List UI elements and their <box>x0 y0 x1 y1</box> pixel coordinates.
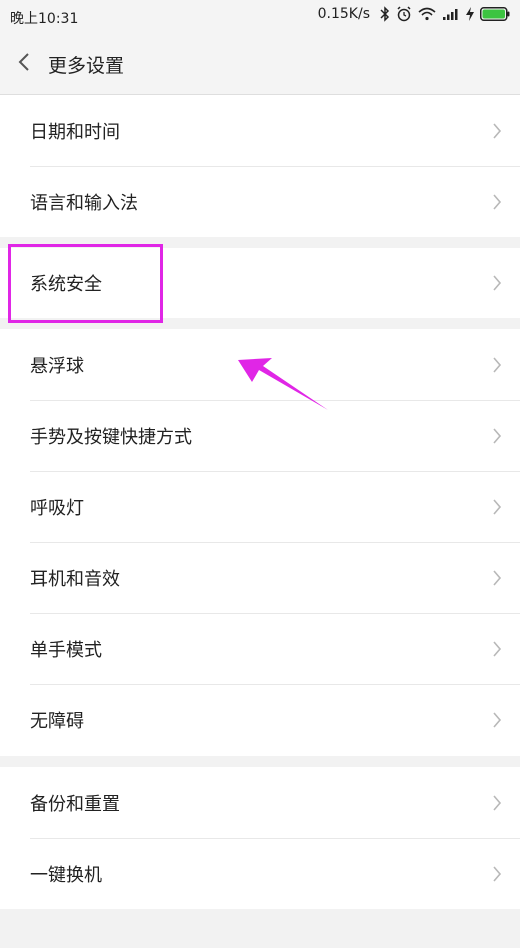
settings-item-floating-ball[interactable]: 悬浮球 <box>0 329 520 400</box>
chevron-right-icon <box>493 275 502 291</box>
settings-item-label: 手势及按键快捷方式 <box>30 426 192 448</box>
settings-item-accessibility[interactable]: 无障碍 <box>0 684 520 755</box>
status-time: 晚上10:31 <box>10 11 79 27</box>
settings-item-label: 悬浮球 <box>30 355 84 377</box>
chevron-right-icon <box>493 794 502 811</box>
settings-group: 悬浮球 手势及按键快捷方式 呼吸灯 耳机和音效 单手模式 无障碍 <box>0 329 520 756</box>
chevron-right-icon <box>493 193 502 210</box>
battery-icon <box>480 7 510 21</box>
status-icons: 0.15K/s <box>318 6 510 22</box>
chevron-right-icon <box>493 640 502 657</box>
settings-item-label: 一键换机 <box>30 864 102 886</box>
chevron-right-icon <box>493 356 502 373</box>
chevron-right-icon <box>493 498 502 515</box>
settings-item-label: 语言和输入法 <box>30 192 138 214</box>
page-title: 更多设置 <box>48 55 125 77</box>
settings-item-gestures-shortcuts[interactable]: 手势及按键快捷方式 <box>0 400 520 471</box>
settings-group: 日期和时间 语言和输入法 <box>0 95 520 237</box>
settings-item-language-input[interactable]: 语言和输入法 <box>0 166 520 237</box>
chevron-right-icon <box>493 427 502 444</box>
chevron-right-icon <box>493 122 502 139</box>
chevron-left-icon <box>18 53 29 71</box>
settings-item-label: 耳机和音效 <box>30 568 120 590</box>
settings-item-phone-migration[interactable]: 一键换机 <box>0 838 520 909</box>
chevron-right-icon <box>493 711 502 728</box>
back-button[interactable] <box>8 46 40 78</box>
settings-group: 备份和重置 一键换机 <box>0 767 520 909</box>
settings-item-label: 系统安全 <box>30 274 102 295</box>
wifi-icon <box>418 7 436 21</box>
chevron-right-icon <box>493 865 502 882</box>
settings-group: 系统安全 <box>0 248 520 318</box>
settings-item-label: 单手模式 <box>30 639 102 661</box>
settings-item-label: 备份和重置 <box>30 793 120 815</box>
alarm-icon <box>396 6 412 22</box>
charging-icon <box>466 7 474 21</box>
settings-item-breathing-light[interactable]: 呼吸灯 <box>0 471 520 542</box>
settings-item-label: 呼吸灯 <box>30 497 84 519</box>
settings-item-date-time[interactable]: 日期和时间 <box>0 95 520 166</box>
settings-item-one-handed-mode[interactable]: 单手模式 <box>0 613 520 684</box>
settings-item-label: 无障碍 <box>30 710 84 732</box>
network-speed: 0.15K/s <box>317 6 370 22</box>
settings-item-label: 日期和时间 <box>30 121 120 143</box>
signal-icon <box>442 7 460 21</box>
settings-item-headphones-audio[interactable]: 耳机和音效 <box>0 542 520 613</box>
settings-item-backup-reset[interactable]: 备份和重置 <box>0 767 520 838</box>
bluetooth-icon <box>380 6 390 22</box>
status-bar: 晚上10:31 0.15K/s <box>0 0 520 32</box>
chevron-right-icon <box>493 569 502 586</box>
settings-item-system-security[interactable]: 系统安全 <box>0 248 520 318</box>
title-bar: 更多设置 <box>0 32 520 95</box>
